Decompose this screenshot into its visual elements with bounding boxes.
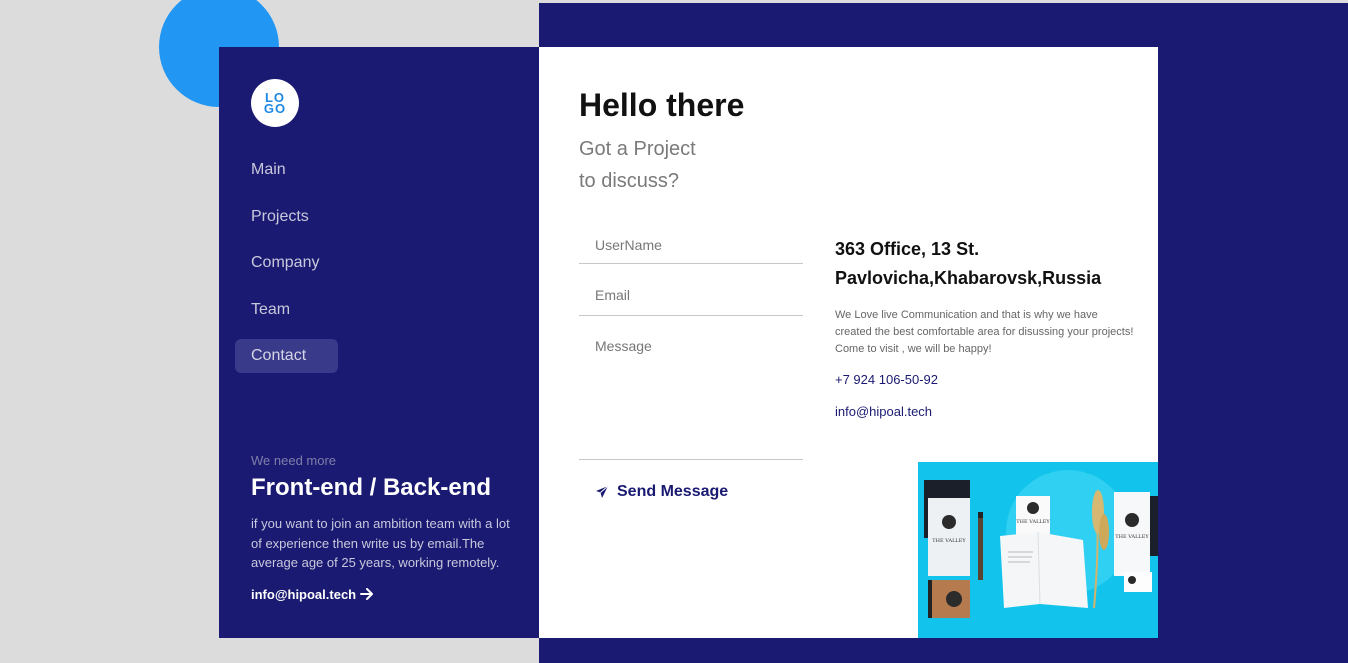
logo-text-bottom: GO	[263, 101, 287, 116]
address-line-2: Pavlovicha,Khabarovsk,Russia	[835, 268, 1102, 288]
nav-item-contact[interactable]: Contact	[235, 339, 338, 373]
paper-plane-icon	[596, 485, 609, 498]
nav-item-main[interactable]: Main	[235, 153, 338, 187]
username-input[interactable]	[579, 227, 803, 264]
stationery-photo: THE VALLEY THE VALLEY THE VALLEY	[918, 462, 1158, 638]
subtitle-line-2: to discuss?	[579, 170, 680, 192]
photo-brand-text-1: THE VALLEY	[932, 538, 966, 544]
email-link[interactable]: info@hipoal.tech	[835, 404, 1135, 419]
contact-section: Hello there Got a Project to discuss? Se…	[539, 47, 1158, 638]
hiring-email-link[interactable]: info@hipoal.tech	[251, 587, 374, 602]
hiring-block: We need more Front-end / Back-end if you…	[251, 453, 516, 604]
hiring-email-text: info@hipoal.tech	[251, 586, 357, 602]
photo-brand-text-3: THE VALLEY	[1115, 534, 1149, 540]
hiring-title: Front-end / Back-end	[251, 474, 492, 501]
main-nav: Main Projects Company Team Contact	[235, 153, 435, 386]
photo-brand-text-2: THE VALLEY	[1016, 519, 1050, 525]
stationery-illustration: THE VALLEY THE VALLEY THE VALLEY	[924, 470, 1158, 618]
send-message-button[interactable]: Send Message	[595, 483, 728, 501]
contact-card: LO GO Main Projects Company Team Contact…	[219, 47, 1158, 638]
contact-description: We Love live Communication and that is w…	[835, 309, 1134, 355]
hiring-kicker: We need more	[251, 453, 337, 468]
email-input[interactable]	[579, 264, 803, 316]
subtitle-line-1: Got a Project	[579, 138, 696, 160]
arrow-right-icon	[360, 588, 374, 600]
contact-form	[579, 227, 803, 460]
nav-item-company[interactable]: Company	[235, 246, 338, 280]
address-line-1: 363 Office, 13 St.	[835, 239, 980, 259]
message-textarea[interactable]	[579, 316, 803, 460]
contact-info: 363 Office, 13 St. Pavlovicha,Khabarovsk…	[835, 235, 1135, 419]
logo[interactable]: LO GO	[251, 79, 299, 127]
address: 363 Office, 13 St. Pavlovicha,Khabarovsk…	[835, 235, 1135, 293]
page-subtitle: Got a Project to discuss?	[579, 133, 696, 197]
phone-link[interactable]: +7 924 106-50-92	[835, 372, 1135, 387]
hiring-description: if you want to join an ambition team wit…	[251, 516, 510, 570]
page-title: Hello there	[579, 87, 745, 123]
nav-item-projects[interactable]: Projects	[235, 200, 338, 234]
send-message-label: Send Message	[617, 483, 729, 500]
nav-item-team[interactable]: Team	[235, 293, 338, 327]
sidebar: LO GO Main Projects Company Team Contact…	[219, 47, 539, 638]
